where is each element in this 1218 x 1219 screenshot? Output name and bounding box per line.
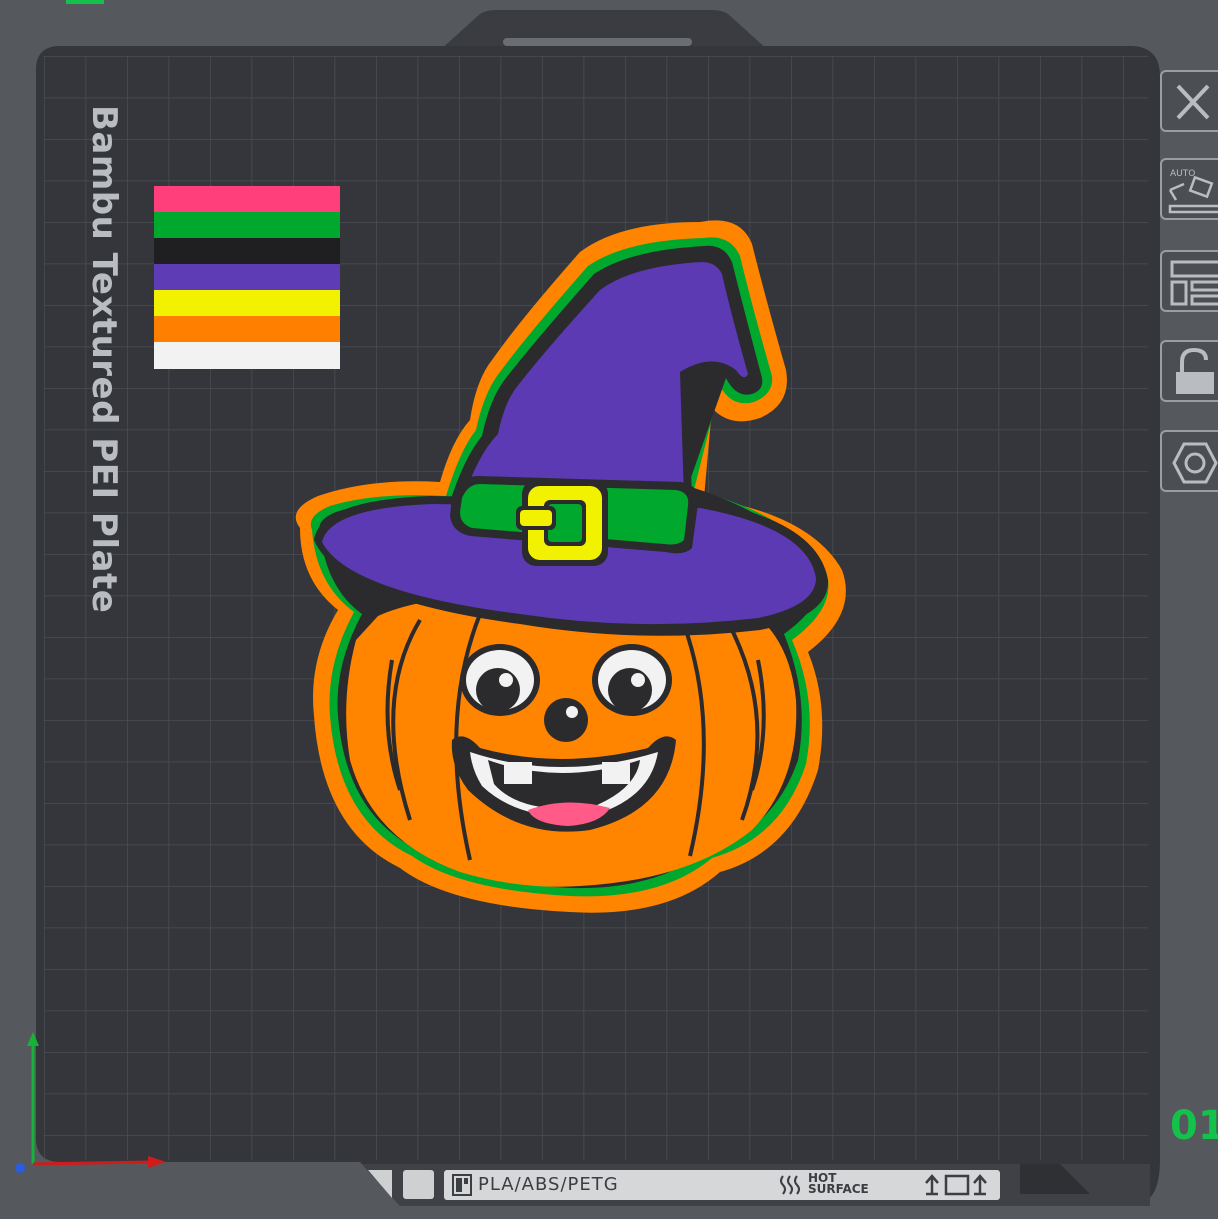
close-icon	[1176, 84, 1210, 120]
accent-mark	[66, 0, 104, 4]
auto-text: AUTO	[1170, 169, 1195, 179]
plate-info-strip: PLA/ABS/PETG HOT SURFACE	[444, 1170, 1000, 1200]
close-button[interactable]	[1160, 70, 1218, 132]
notch-square	[403, 1170, 434, 1199]
heat-icon	[780, 1175, 800, 1195]
filament-swatch[interactable]	[154, 212, 340, 239]
plate-icon	[452, 1174, 472, 1196]
plate-flip-icon	[925, 1174, 987, 1196]
arrange-button[interactable]	[1160, 250, 1218, 312]
hexagon-nut-icon	[1172, 442, 1218, 484]
plate-tab-slot	[503, 38, 692, 46]
hot-surface-warning: HOT SURFACE	[808, 1172, 869, 1196]
auto-orient-button[interactable]: AUTO	[1160, 158, 1218, 220]
filament-swatch[interactable]	[154, 264, 340, 291]
filament-swatch[interactable]	[154, 238, 340, 265]
lock-button[interactable]	[1160, 340, 1218, 402]
filament-type-label: PLA/ABS/PETG	[478, 1174, 619, 1195]
filament-swatch[interactable]	[154, 290, 340, 317]
filament-swatch[interactable]	[154, 342, 340, 369]
build-plate-scene[interactable]	[0, 0, 1218, 1219]
arrange-icon	[1170, 260, 1218, 306]
notch-left	[368, 1170, 392, 1198]
settings-button[interactable]	[1160, 430, 1218, 492]
filament-swatch[interactable]	[154, 316, 340, 343]
surface-text: SURFACE	[808, 1182, 869, 1196]
auto-orient-icon: AUTO	[1168, 169, 1218, 214]
plate-type-label: Bambu Textured PEI Plate	[84, 105, 124, 614]
unlock-icon	[1176, 347, 1214, 394]
plate-number: 01	[1170, 1103, 1218, 1149]
filament-swatch[interactable]	[154, 186, 340, 213]
